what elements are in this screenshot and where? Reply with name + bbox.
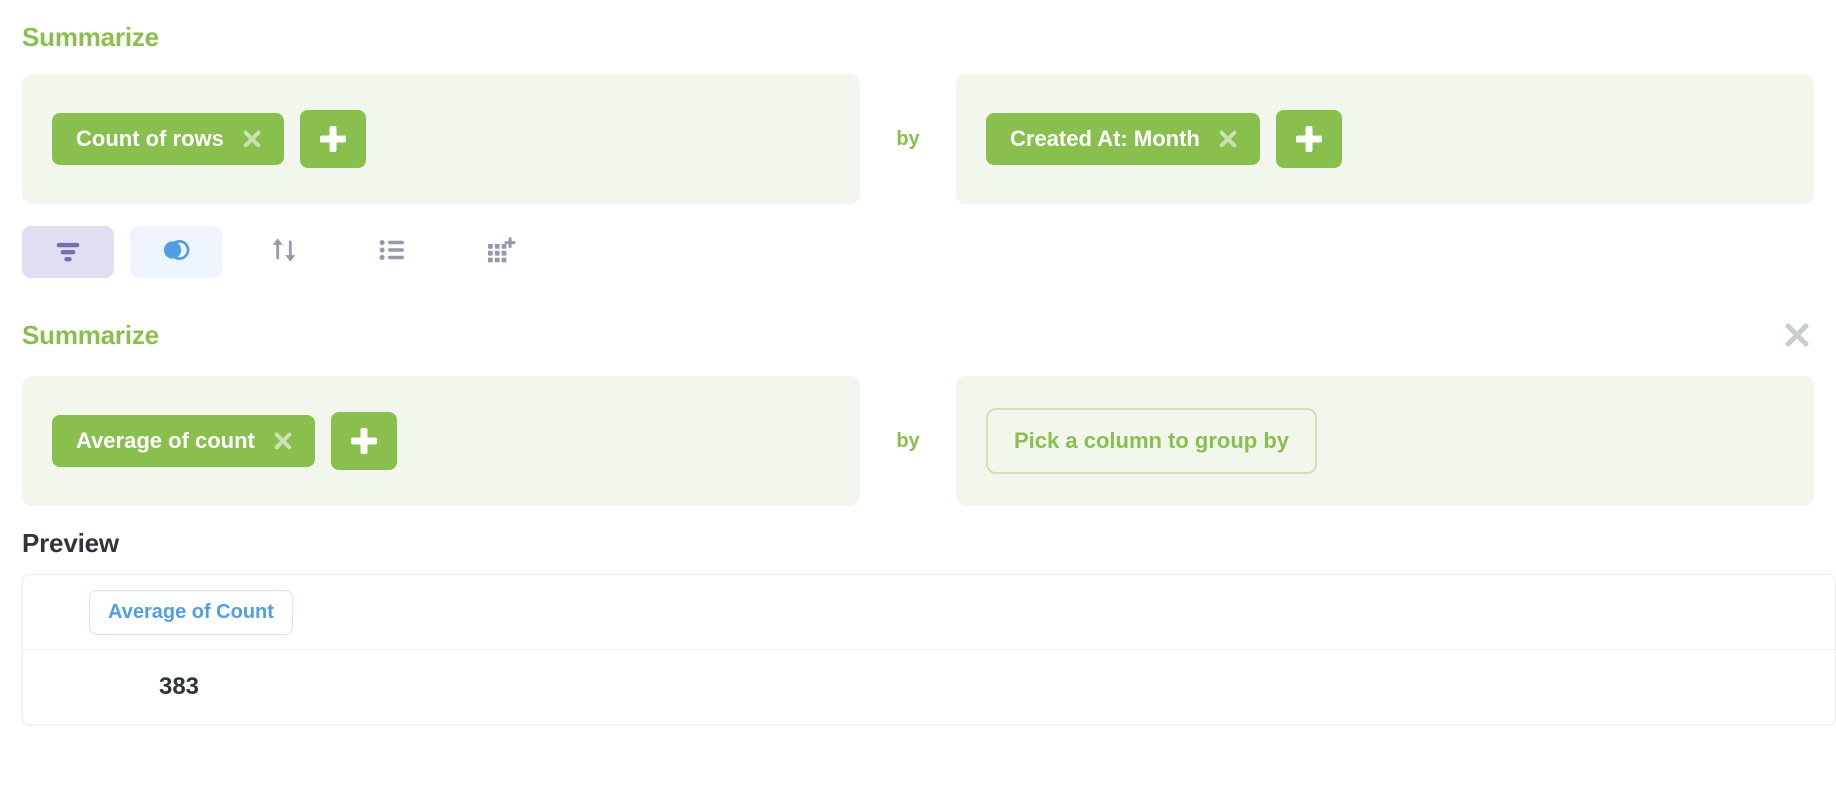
by-label-1: by	[896, 127, 920, 150]
preview-column-header-average-of-count[interactable]: Average of Count	[89, 589, 293, 635]
add-aggregation-button[interactable]	[330, 412, 397, 470]
summarize-step-1: Summarize Count of rows by Created At: M…	[22, 0, 1814, 278]
preview-table-row: 383	[23, 650, 1835, 724]
sort-step-button[interactable]	[238, 226, 330, 278]
add-breakout-button[interactable]	[1275, 110, 1342, 168]
join-step-button[interactable]	[130, 226, 222, 278]
summarize-step-2-clauses: Average of count by Pick a column to gro…	[22, 376, 1814, 506]
aggregation-pill-count-of-rows[interactable]: Count of rows	[52, 112, 284, 166]
remove-breakout-icon[interactable]	[1218, 129, 1238, 149]
step-action-bar	[22, 226, 1814, 278]
breakout-pill-created-at-month[interactable]: Created At: Month	[986, 112, 1260, 166]
breakout-panel-2: Pick a column to group by	[956, 376, 1814, 506]
aggregation-pill-average-of-count[interactable]: Average of count	[52, 414, 315, 468]
aggregation-panel-2: Average of count	[22, 376, 860, 506]
breakout-pill-label: Created At: Month	[1010, 125, 1200, 151]
remove-summarize-step-icon[interactable]	[1780, 318, 1814, 352]
preview-title: Preview	[22, 528, 119, 558]
summarize-step-button[interactable]	[346, 226, 438, 278]
by-label-2: by	[896, 429, 920, 452]
join-icon	[159, 233, 193, 272]
summarize-step-1-header: Summarize	[22, 24, 1814, 50]
pivot-step-button[interactable]	[454, 226, 546, 278]
preview-table: Average of Count 383	[22, 574, 1836, 725]
sort-icon	[268, 234, 300, 271]
breakout-panel-1: Created At: Month	[956, 74, 1814, 204]
filter-step-button[interactable]	[22, 226, 114, 278]
summarize-editor: Summarize Count of rows by Created At: M…	[0, 0, 1836, 794]
aggregation-pill-label: Average of count	[76, 427, 255, 453]
remove-aggregation-icon[interactable]	[273, 431, 293, 451]
summarize-step-2-header: Summarize	[22, 318, 1814, 352]
preview-section: Preview Average of Count 383	[22, 528, 1836, 725]
remove-aggregation-icon[interactable]	[242, 129, 262, 149]
add-aggregation-button[interactable]	[299, 110, 366, 168]
preview-table-header-row: Average of Count	[23, 575, 1835, 650]
summarize-step-1-title: Summarize	[22, 22, 159, 52]
filter-icon	[51, 233, 85, 272]
summarize-step-1-clauses: Count of rows by Created At: Month	[22, 74, 1814, 204]
pick-column-to-group-by-button[interactable]: Pick a column to group by	[986, 408, 1318, 474]
grid-plus-icon	[484, 234, 516, 271]
summarize-step-2-title: Summarize	[22, 320, 159, 350]
preview-cell-average-of-count: 383	[158, 673, 200, 700]
aggregation-panel-1: Count of rows	[22, 74, 860, 204]
list-icon	[376, 234, 408, 271]
summarize-step-2: Summarize Average of count by Pick a col…	[22, 318, 1814, 506]
aggregation-pill-label: Count of rows	[76, 125, 224, 151]
